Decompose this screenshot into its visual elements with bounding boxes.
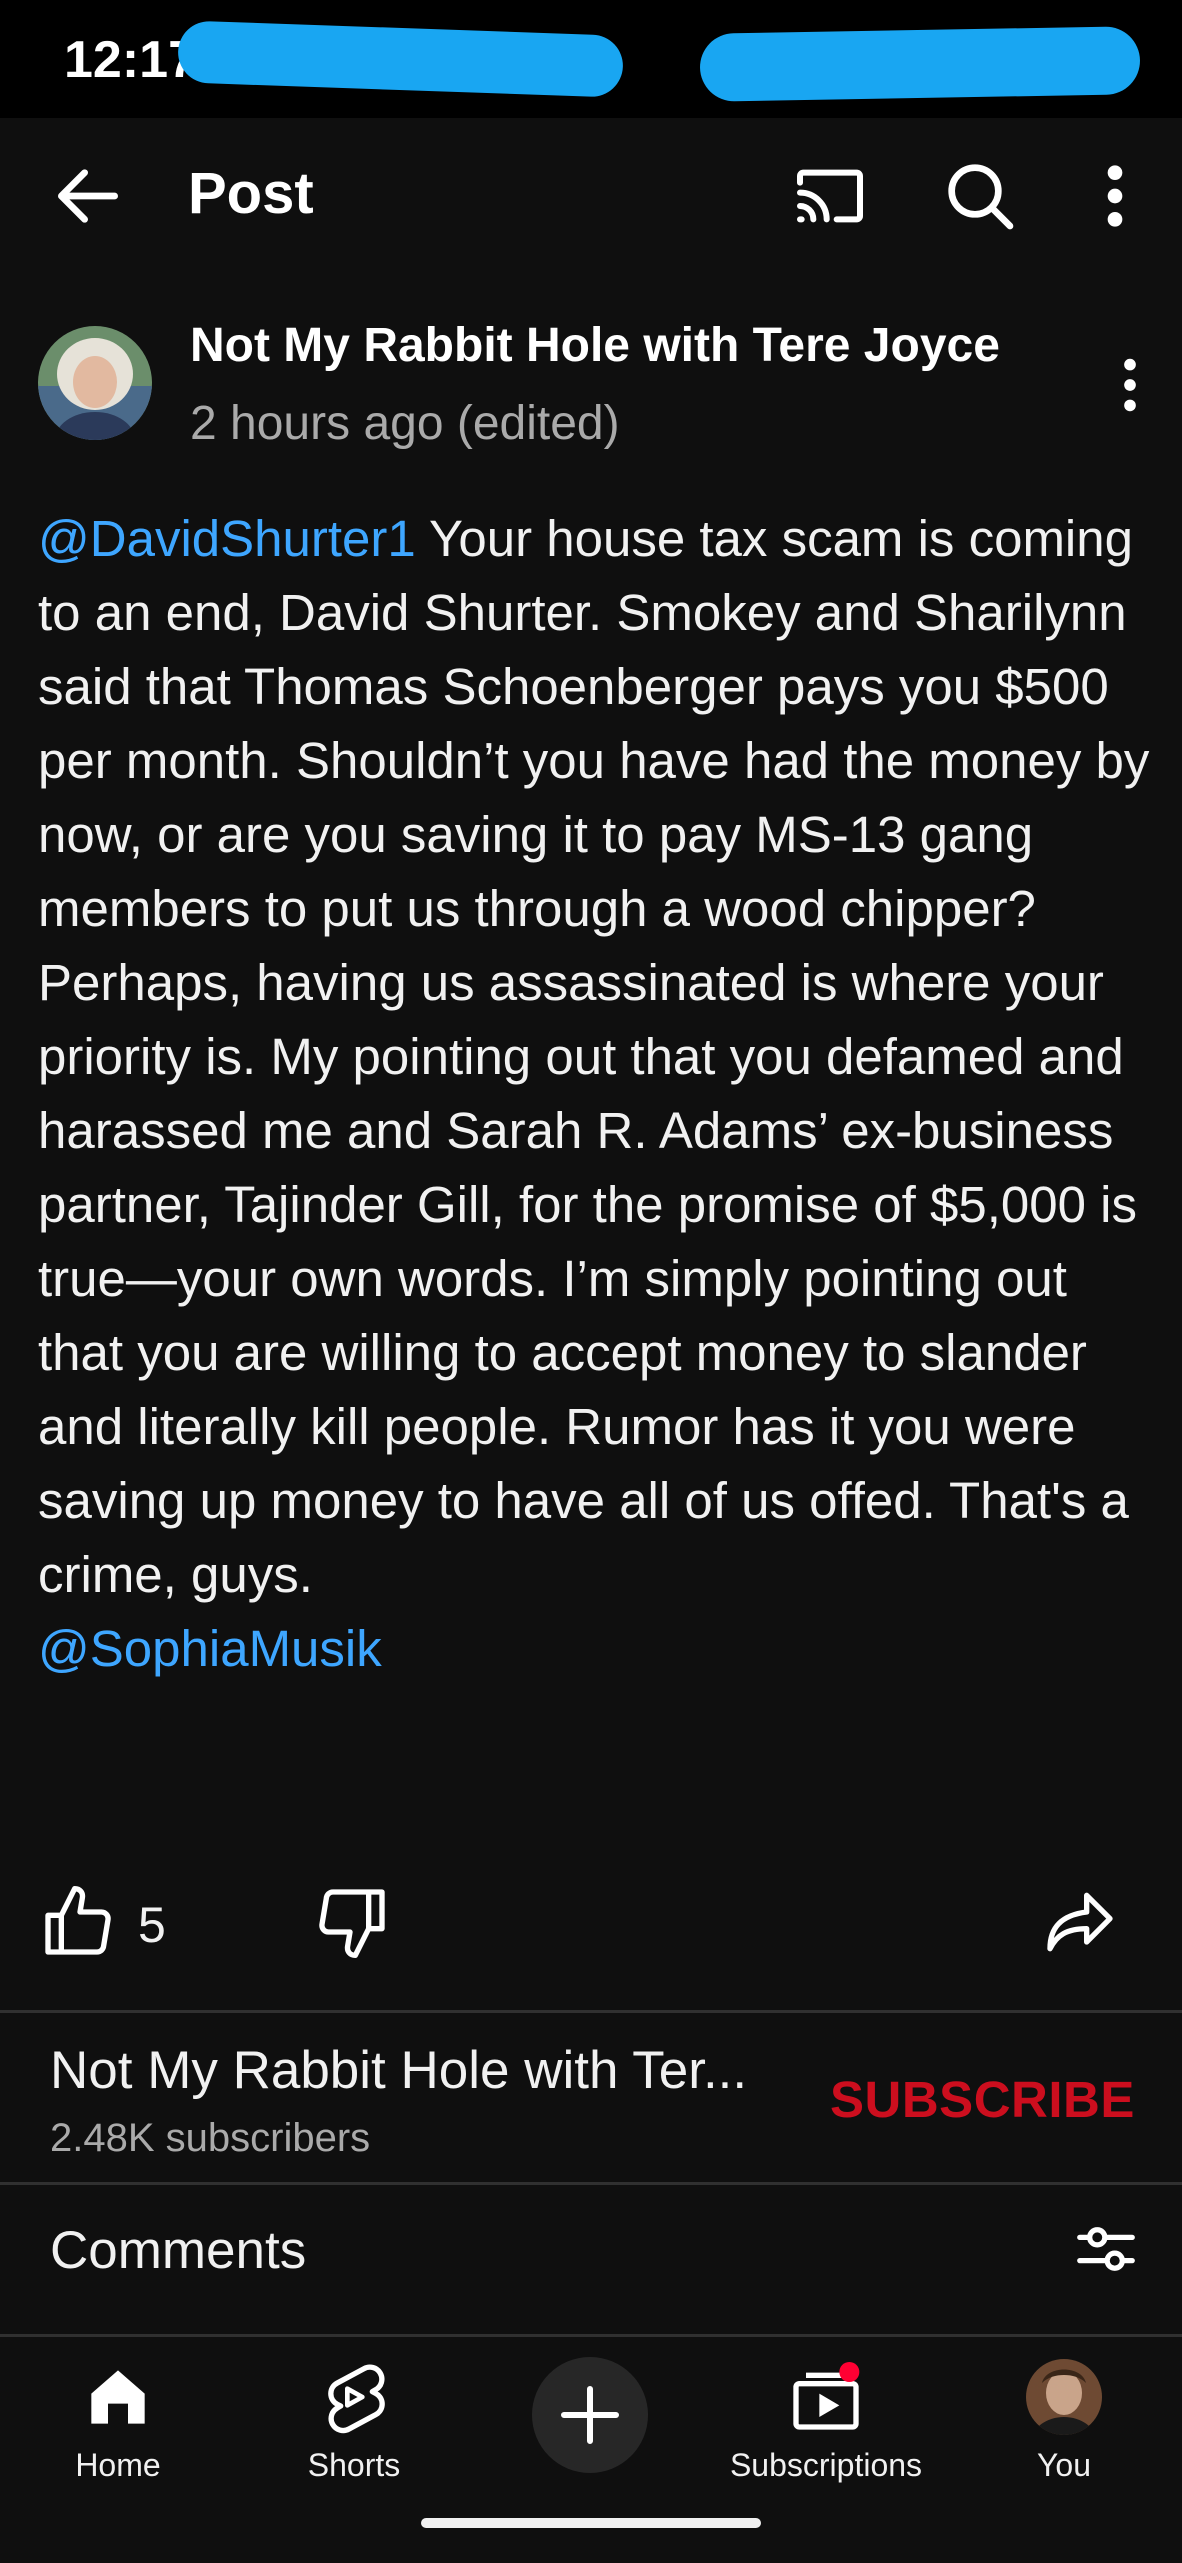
search-icon[interactable] [940,156,1020,236]
nav-home[interactable]: Home [18,2357,218,2484]
nav-subscriptions-label: Subscriptions [729,2447,923,2483]
redaction-mark [177,20,624,98]
dislike-icon[interactable] [312,1882,392,1962]
post-body: @DavidShurter1 Your house tax scam is co… [38,502,1158,1686]
channel-name[interactable]: Not My Rabbit Hole with Tere Joyce [190,318,1000,373]
nav-you-label: You [1037,2447,1091,2483]
home-icon [78,2357,158,2437]
nav-shorts[interactable]: Shorts [254,2357,454,2484]
filter-icon[interactable] [1070,2214,1142,2284]
comments-title[interactable]: Comments [50,2220,306,2281]
create-button[interactable] [532,2357,648,2473]
subscribe-button[interactable]: SUBSCRIBE [830,2070,1135,2129]
nav-home-label: Home [75,2447,161,2483]
nav-you[interactable]: You [964,2357,1164,2484]
channel-row-name[interactable]: Not My Rabbit Hole with Ter... [50,2040,747,2101]
subscriber-count: 2.48K subscribers [50,2116,371,2160]
you-avatar [1024,2357,1104,2437]
nav-shorts-label: Shorts [307,2447,401,2483]
post-menu-icon[interactable] [1110,350,1150,420]
home-indicator[interactable] [421,2518,761,2528]
channel-avatar[interactable] [38,326,152,440]
shorts-icon [314,2357,394,2437]
redaction-mark [699,26,1141,102]
back-arrow-icon[interactable] [48,156,128,236]
mention-link[interactable]: @SophiaMusik [38,1620,382,1677]
like-count: 5 [138,1897,166,1953]
subscriptions-icon [786,2357,866,2437]
divider [0,2182,1182,2185]
mention-link[interactable]: @DavidShurter1 [38,510,416,567]
share-icon[interactable] [1040,1882,1120,1962]
post-timestamp: 2 hours ago (edited) [190,397,620,450]
bottom-navigation: Home Shorts Subscriptions You [0,2334,1182,2563]
page-title: Post [188,161,314,226]
status-time: 12:17 [64,31,197,89]
like-icon[interactable] [38,1882,118,1962]
cast-icon[interactable] [790,156,870,236]
divider [0,2010,1182,2013]
status-bar: 12:17 [0,0,1182,118]
post-text: Your house tax scam is coming to an end,… [38,510,1150,1603]
more-options-icon[interactable] [1080,156,1150,236]
plus-icon [561,2386,619,2444]
nav-subscriptions[interactable]: Subscriptions [726,2357,926,2484]
